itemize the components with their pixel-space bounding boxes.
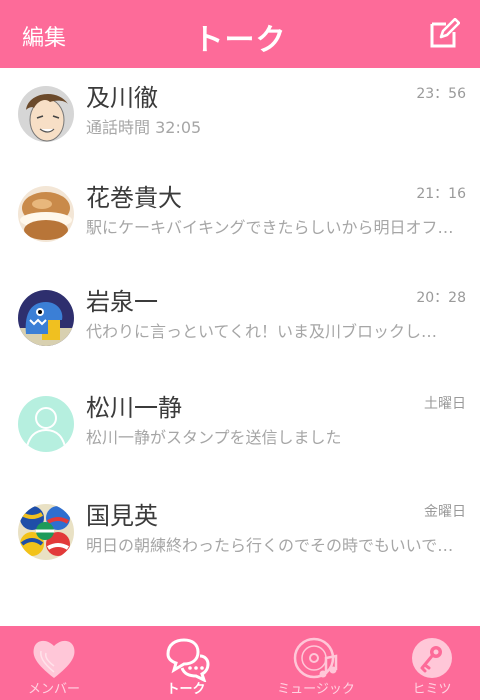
contact-name: 及川徹: [86, 84, 158, 112]
tab-label: メンバー: [27, 682, 80, 697]
last-message: 代わりに言っといてくれ！いま及川ブロックし…: [86, 322, 438, 341]
tab-label: トーク: [166, 682, 206, 697]
avatar-volleyballs: [18, 504, 74, 560]
message-time: 20：28: [416, 290, 466, 306]
last-message: 通話時間 32:05: [86, 118, 202, 137]
tab-label: ヒミツ: [412, 682, 452, 697]
avatar-oikawa: [18, 86, 74, 142]
chat-bubbles-icon: [166, 638, 210, 682]
tab-members[interactable]: メンバー: [6, 626, 102, 700]
contact-name: 国見英: [86, 502, 158, 530]
tab-bar: メンバー トーク ミュージック ヒミツ: [0, 626, 480, 700]
message-time: 23：56: [416, 86, 466, 102]
compose-icon[interactable]: [428, 17, 461, 50]
tab-label: ミュージック: [277, 682, 355, 697]
avatar-default: [18, 396, 74, 452]
contact-name: 岩泉一: [86, 288, 158, 316]
contact-name: 花巻貴大: [86, 184, 182, 212]
last-message: 松川一静がスタンプを送信しました: [86, 428, 342, 447]
page-title: トーク: [193, 23, 287, 58]
message-time: 金曜日: [424, 504, 466, 520]
avatar-cream-puff: [18, 186, 74, 242]
header-bar: 編集 トーク: [0, 0, 480, 68]
avatar-monster: [18, 290, 74, 346]
chat-row[interactable]: 花巻貴大 駅にケーキバイキングできたらしいから明日オフ… 21：16: [0, 184, 480, 286]
tab-secret[interactable]: ヒミツ: [384, 626, 480, 700]
key-icon: [412, 638, 452, 678]
tab-music[interactable]: ミュージック: [268, 626, 364, 700]
tab-talk[interactable]: トーク: [138, 626, 234, 700]
heart-icon: [33, 640, 75, 678]
music-disc-icon: [293, 637, 338, 679]
chat-row[interactable]: 及川徹 通話時間 32:05 23：56: [0, 84, 480, 186]
chat-row[interactable]: 岩泉一 代わりに言っといてくれ！いま及川ブロックし… 20：28: [0, 288, 480, 390]
last-message: 駅にケーキバイキングできたらしいから明日オフ…: [86, 218, 454, 237]
last-message: 明日の朝練終わったら行くのでその時でもいいで…: [86, 536, 454, 555]
message-time: 21：16: [416, 186, 466, 202]
chat-row[interactable]: 国見英 明日の朝練終わったら行くのでその時でもいいで… 金曜日: [0, 502, 480, 604]
message-time: 土曜日: [424, 396, 466, 412]
contact-name: 松川一静: [86, 394, 182, 422]
chat-row[interactable]: 松川一静 松川一静がスタンプを送信しました 土曜日: [0, 394, 480, 496]
